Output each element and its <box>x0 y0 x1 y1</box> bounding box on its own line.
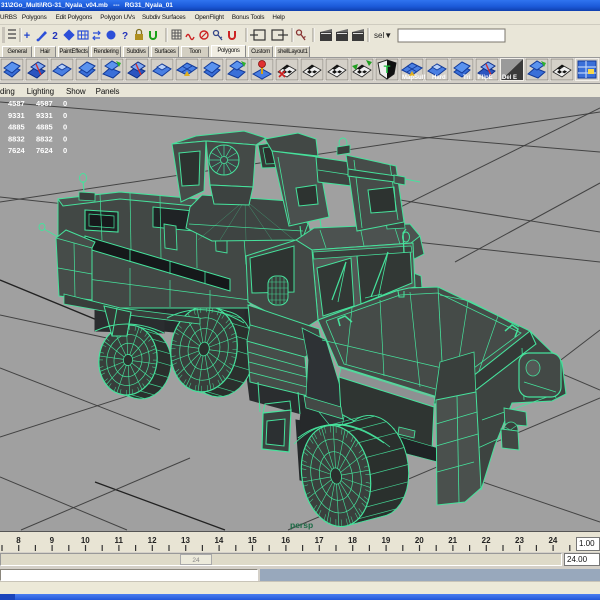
svg-text:21: 21 <box>448 536 457 545</box>
svg-text:Hard: Hard <box>432 75 446 81</box>
svg-text:8832: 8832 <box>36 134 53 143</box>
svg-text:0: 0 <box>63 123 67 132</box>
svg-text:24: 24 <box>548 536 557 545</box>
svg-text:20: 20 <box>415 536 424 545</box>
svg-text:4587: 4587 <box>8 99 25 108</box>
svg-text:T: T <box>384 64 391 76</box>
svg-text:8: 8 <box>16 536 21 545</box>
svg-text:14: 14 <box>214 536 223 545</box>
svg-text:19: 19 <box>381 536 390 545</box>
svg-text:9331: 9331 <box>36 111 53 120</box>
svg-text:0: 0 <box>63 99 67 108</box>
svg-text:10: 10 <box>81 536 90 545</box>
svg-text:Tri: Tri <box>463 75 471 81</box>
svg-text:7624: 7624 <box>8 146 26 155</box>
svg-text:FlipE: FlipE <box>478 75 493 81</box>
svg-text:Sulf: Sulf <box>414 75 426 81</box>
svg-text:11: 11 <box>114 536 123 545</box>
svg-text:15: 15 <box>248 536 257 545</box>
svg-text:9331: 9331 <box>8 111 25 120</box>
svg-text:16: 16 <box>281 536 290 545</box>
svg-text:+: + <box>24 30 30 42</box>
svg-text:4885: 4885 <box>8 123 25 132</box>
svg-text:23: 23 <box>515 536 524 545</box>
svg-text:13: 13 <box>181 536 190 545</box>
svg-text:sel▼: sel▼ <box>374 31 392 40</box>
svg-text:17: 17 <box>315 536 324 545</box>
svg-text:7624: 7624 <box>36 146 54 155</box>
svg-text:Del E: Del E <box>502 75 517 81</box>
svg-text:2: 2 <box>52 31 58 42</box>
svg-text:4587: 4587 <box>36 99 53 108</box>
svg-text:8832: 8832 <box>8 134 25 143</box>
svg-text:persp: persp <box>290 520 313 530</box>
svg-text:18: 18 <box>348 536 357 545</box>
svg-text:0: 0 <box>63 134 67 143</box>
svg-text:0: 0 <box>63 111 67 120</box>
svg-text:12: 12 <box>148 536 157 545</box>
svg-text:Map: Map <box>402 75 414 81</box>
svg-text:9: 9 <box>50 536 55 545</box>
svg-text:22: 22 <box>482 536 491 545</box>
svg-text:?: ? <box>122 31 128 42</box>
svg-text:4885: 4885 <box>36 123 53 132</box>
svg-text:0: 0 <box>63 146 67 155</box>
